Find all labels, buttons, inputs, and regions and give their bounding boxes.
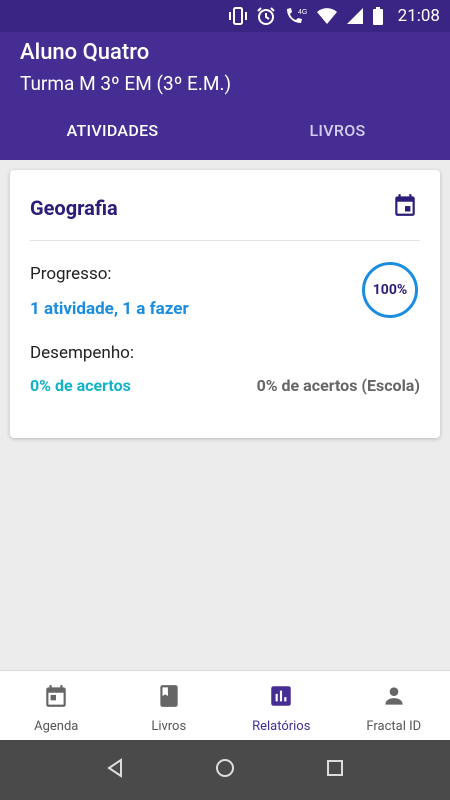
nav-fractal-id[interactable]: Fractal ID [338, 671, 450, 740]
bar-chart-icon [268, 683, 294, 713]
tab-bar: ATIVIDADES LIVROS [0, 112, 450, 160]
card-divider [30, 240, 420, 241]
nav-label: Fractal ID [366, 719, 422, 734]
nav-agenda[interactable]: Agenda [0, 671, 113, 740]
bottom-nav: Agenda Livros Relatórios Fractal ID [0, 670, 450, 740]
back-icon[interactable] [104, 757, 126, 783]
book-icon [156, 683, 182, 713]
vibrate-icon [228, 7, 248, 25]
nav-label: Agenda [34, 719, 79, 734]
student-name: Aluno Quatro [20, 40, 150, 65]
performance-label: Desempenho: [30, 343, 134, 363]
performance-school: 0% de acertos (Escola) [256, 376, 420, 395]
status-bar: 4G 21:08 [0, 0, 450, 32]
svg-text:4G: 4G [298, 9, 307, 16]
system-nav-bar [0, 740, 450, 800]
performance-value: 0% de acertos [30, 376, 131, 395]
call-4g-icon: 4G [284, 6, 308, 26]
battery-icon [372, 6, 384, 26]
progress-value: 1 atividade, 1 a fazer [30, 299, 189, 319]
tab-atividades[interactable]: ATIVIDADES [0, 112, 225, 160]
wifi-icon [316, 7, 338, 25]
person-icon [381, 683, 407, 713]
progress-label: Progresso: [30, 264, 112, 284]
calendar-icon [43, 683, 69, 713]
tab-livros[interactable]: LIVROS [225, 112, 450, 160]
subject-card[interactable]: Geografia Progresso: 1 atividade, 1 a fa… [10, 170, 440, 438]
class-name: Turma M 3º EM (3º E.M.) [20, 72, 232, 95]
calendar-icon[interactable] [392, 192, 418, 222]
nav-livros[interactable]: Livros [113, 671, 226, 740]
status-time: 21:08 [397, 6, 440, 26]
signal-icon [346, 7, 364, 25]
app-bar: Aluno Quatro Turma M 3º EM (3º E.M.) ATI… [0, 32, 450, 160]
nav-label: Livros [151, 719, 187, 734]
nav-relatorios[interactable]: Relatórios [225, 671, 338, 740]
progress-ring: 100% [362, 262, 418, 318]
nav-label: Relatórios [252, 719, 311, 734]
recents-icon[interactable] [324, 757, 346, 783]
subject-title: Geografia [30, 196, 118, 220]
alarm-icon [256, 6, 276, 26]
home-icon[interactable] [214, 757, 236, 783]
